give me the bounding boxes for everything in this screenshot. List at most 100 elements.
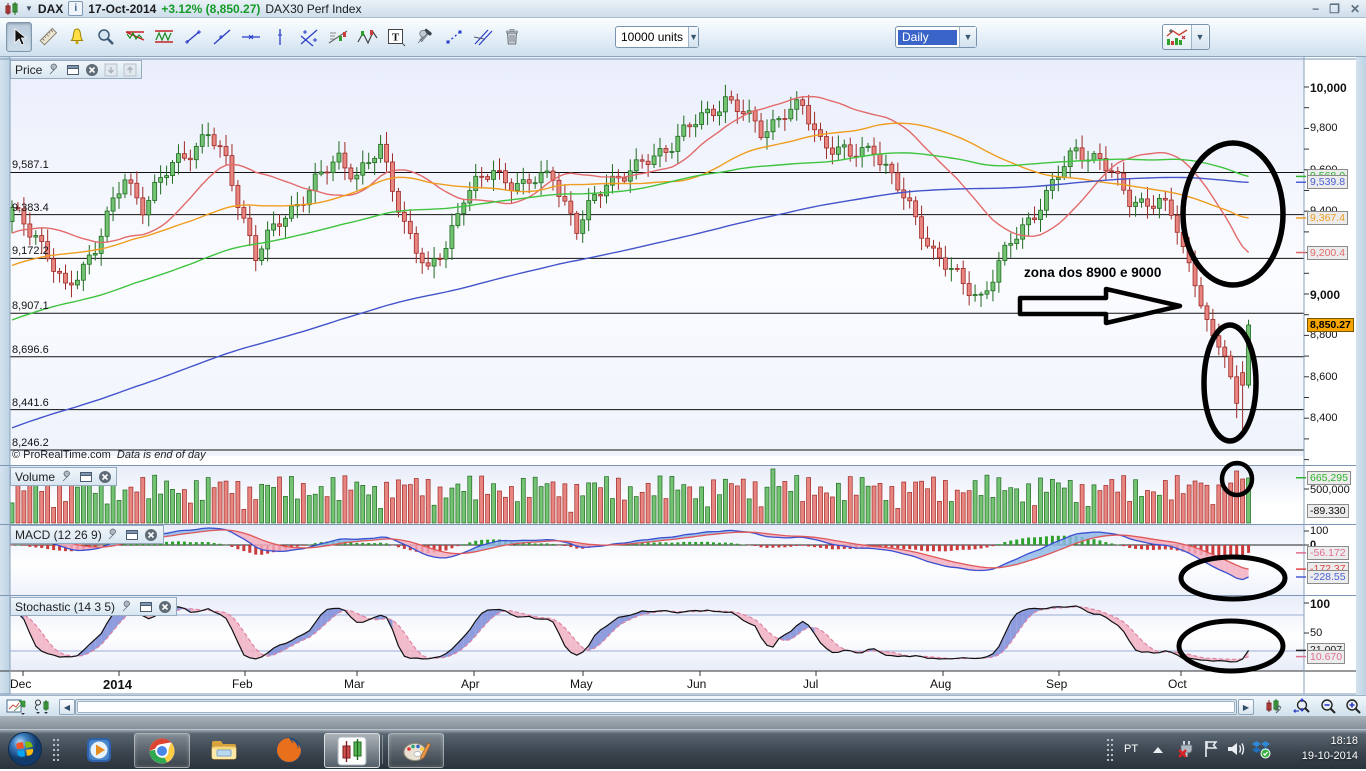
tray-expand-icon[interactable] — [1152, 745, 1164, 757]
time-scrollbar[interactable] — [75, 699, 1237, 715]
start-button[interactable] — [6, 731, 44, 771]
price-panel-title: Price — [15, 63, 42, 77]
macd-panel-title: MACD (12 26 9) — [15, 528, 102, 542]
taskbar-paint-icon[interactable] — [388, 733, 444, 768]
stoch-axis-label: 100 — [1310, 597, 1330, 611]
tray-dropbox-icon[interactable] — [1251, 739, 1271, 762]
forecast-lines-tool[interactable] — [325, 22, 351, 52]
instrument-dropdown-arrow[interactable]: ▼ — [25, 4, 33, 13]
taskbar-grip[interactable] — [52, 738, 60, 762]
segment-tool[interactable] — [180, 22, 206, 52]
zoom-out-button[interactable] — [1316, 698, 1340, 715]
price-panel-canvas[interactable] — [10, 56, 1304, 456]
stoch-panel-title: Stochastic (14 3 5) — [15, 600, 115, 614]
macd-panel-canvas[interactable] — [10, 524, 1304, 595]
window-icon[interactable] — [65, 62, 80, 77]
units-dropdown[interactable]: 10000 units ▼ — [615, 26, 699, 48]
compare-instrument-button[interactable] — [31, 698, 55, 715]
window-icon[interactable] — [125, 527, 140, 542]
chart-statusbar: ◀ ▶ — [0, 695, 1366, 717]
instrument-candle-icon — [4, 2, 20, 16]
index-name-label: DAX30 Perf Index — [265, 2, 361, 16]
close-panel-icon[interactable] — [144, 527, 159, 542]
pattern-channel-tool[interactable] — [151, 22, 177, 52]
price-panel-header: Price — [10, 60, 142, 79]
units-value: 10000 units — [616, 30, 688, 44]
wrench-icon[interactable] — [119, 599, 134, 614]
close-panel-icon[interactable] — [157, 599, 172, 614]
chart-style-dropdown-arrow: ▼ — [1191, 25, 1208, 49]
close-button[interactable]: ✕ — [1350, 2, 1360, 16]
timeframe-dropdown[interactable]: Daily ▼ — [895, 26, 977, 48]
alert-bell-tool[interactable] — [64, 22, 90, 52]
tray-action-center-flag-icon[interactable] — [1202, 739, 1220, 762]
time-axis-label: Sep — [1046, 677, 1067, 691]
zoom-in-button[interactable] — [1341, 698, 1365, 715]
taskbar-wmp-icon[interactable] — [72, 733, 126, 766]
move-up-icon[interactable] — [122, 62, 137, 77]
parallel-lines-tool[interactable] — [470, 22, 496, 52]
window-icon[interactable] — [138, 599, 153, 614]
dotted-segment-tool[interactable] — [441, 22, 467, 52]
wrench-icon[interactable] — [106, 527, 121, 542]
wrench-icon[interactable] — [59, 469, 74, 484]
move-down-icon[interactable] — [103, 62, 118, 77]
tray-clock[interactable]: 18:18 19-10-2014 — [1302, 734, 1358, 764]
time-scrollbar-thumb[interactable] — [77, 701, 1235, 713]
pattern-triangle-tool[interactable] — [122, 22, 148, 52]
restore-button[interactable]: ❐ — [1329, 2, 1340, 16]
text-tool[interactable]: T — [383, 22, 409, 52]
close-panel-icon[interactable] — [97, 469, 112, 484]
trendline-tool[interactable] — [209, 22, 235, 52]
export-chart-button[interactable] — [4, 698, 28, 715]
ma-value-badge: 9,367.4 — [1307, 211, 1348, 225]
settings-tools-icon[interactable] — [412, 22, 438, 52]
drawing-toolbar: T 10000 units ▼ Daily ▼ ▼ — [0, 18, 1366, 57]
price-level-label: 8,696.6 — [12, 344, 49, 356]
chart-style-button[interactable]: ▼ — [1162, 24, 1210, 50]
window-icon[interactable] — [78, 469, 93, 484]
close-panel-icon[interactable] — [84, 62, 99, 77]
date-label: 17-Oct-2014 — [88, 2, 156, 16]
zoom-lens-tool[interactable] — [93, 22, 119, 52]
stoch-axis-label: 50 — [1310, 627, 1322, 639]
units-dropdown-arrow: ▼ — [688, 27, 698, 47]
measure-ruler-tool[interactable] — [35, 22, 61, 52]
price-axis-label: 8,400 — [1310, 412, 1338, 424]
tray-volume-icon[interactable] — [1226, 740, 1246, 761]
price-axis-label: 10,000 — [1310, 81, 1347, 95]
scroll-right-arrow[interactable]: ▶ — [1238, 699, 1254, 715]
volume-panel-canvas[interactable] — [10, 466, 1304, 524]
clock-time: 18:18 — [1302, 734, 1358, 749]
horizontal-line-tool[interactable] — [238, 22, 264, 52]
volume-secondary-badge: -89.330 — [1307, 504, 1349, 518]
copyright-note: © ProRealTime.com Data is end of day — [12, 449, 206, 461]
timeframe-value: Daily — [898, 30, 957, 45]
volume-panel-header: Volume — [10, 467, 117, 486]
right-window-strip — [1356, 56, 1366, 695]
chart-settings-button[interactable] — [1262, 698, 1286, 715]
select-tool[interactable] — [6, 22, 32, 52]
taskbar-chrome-icon[interactable] — [134, 733, 190, 768]
tray-language[interactable]: PT — [1124, 743, 1138, 755]
minimize-button[interactable]: − — [1312, 2, 1319, 16]
volume-panel-title: Volume — [15, 470, 55, 484]
volume-value-badge: 665,295 — [1307, 471, 1351, 485]
delete-drawings-tool[interactable] — [499, 22, 525, 52]
info-icon[interactable]: i — [68, 1, 83, 16]
tray-power-icon[interactable] — [1176, 738, 1196, 763]
cross-lines-tool[interactable] — [296, 22, 322, 52]
price-level-label: 8,441.6 — [12, 397, 49, 409]
taskbar-explorer-icon[interactable] — [198, 733, 252, 766]
wrench-icon[interactable] — [46, 62, 61, 77]
clock-date: 19-10-2014 — [1302, 749, 1358, 764]
stoch-panel-canvas[interactable] — [10, 595, 1304, 671]
tray-grip[interactable] — [1106, 738, 1114, 762]
vertical-line-tool[interactable] — [267, 22, 293, 52]
taskbar-prorealtime-icon[interactable] — [324, 733, 380, 768]
zigzag-candles-tool[interactable] — [354, 22, 380, 52]
time-axis-label: Dec — [10, 677, 31, 691]
zoom-fit-button[interactable] — [1290, 698, 1314, 715]
taskbar-firefox-icon[interactable] — [262, 733, 316, 766]
scroll-left-arrow[interactable]: ◀ — [59, 699, 75, 715]
